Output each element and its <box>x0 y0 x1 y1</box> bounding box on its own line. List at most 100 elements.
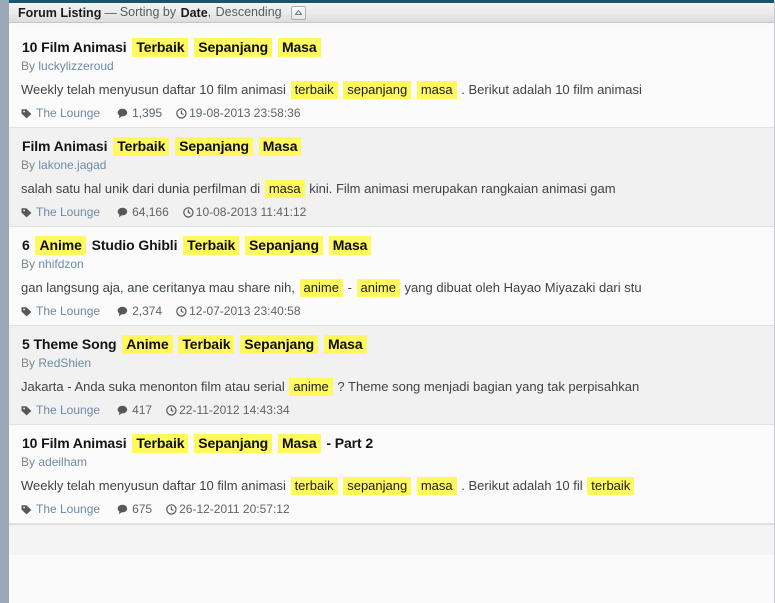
title-text: Film Animasi <box>22 138 108 154</box>
forum-category-label: The Lounge <box>36 106 101 120</box>
post-timestamp-value: 12-07-2013 23:40:58 <box>189 304 301 318</box>
reply-count-value: 64,166 <box>132 205 169 219</box>
snippet-text: yang dibuat oleh Hayao Miyazaki dari stu <box>400 280 642 295</box>
post-meta-row: The Lounge 417 22-11-2012 14:43:34 <box>21 403 764 417</box>
post-timestamp: 12-07-2013 23:40:58 <box>176 304 301 318</box>
highlighted-term: Terbaik <box>183 236 240 255</box>
post-author-line: By lakone.jagad <box>21 157 764 173</box>
highlighted-term: Sepanjang <box>240 335 319 354</box>
by-label: By <box>21 455 36 469</box>
highlighted-term: terbaik <box>587 477 635 495</box>
snippet-text <box>412 478 416 493</box>
post-list-item[interactable]: 10 Film Animasi Terbaik Sepanjang Masa By… <box>9 29 774 128</box>
highlighted-term: Sepanjang <box>245 236 323 255</box>
by-label: By <box>21 158 36 172</box>
comment-icon <box>117 306 128 317</box>
by-label: By <box>21 257 36 271</box>
highlighted-term: masa <box>264 180 305 198</box>
reply-count: 417 <box>117 403 152 417</box>
post-author-line: By nhifdzon <box>21 256 764 272</box>
snippet-text: - <box>343 280 356 295</box>
snippet-text: ? Theme song menjadi bagian yang tak per… <box>333 379 640 394</box>
author-link[interactable]: nhifdzon <box>38 257 83 271</box>
reply-count-value: 2,374 <box>132 304 163 318</box>
reply-count-value: 417 <box>132 403 153 417</box>
post-title-link[interactable]: 6 Anime Studio Ghibli Terbaik Sepanjang … <box>21 236 764 255</box>
post-timestamp: 19-08-2013 23:58:36 <box>176 106 301 120</box>
title-text: 6 <box>22 237 30 253</box>
tag-icon <box>21 207 32 218</box>
by-label: By <box>21 356 36 370</box>
author-link[interactable]: adeilham <box>38 455 87 469</box>
header-dash: — <box>104 5 117 20</box>
highlighted-term: Anime <box>35 236 86 255</box>
page-title: Forum Listing <box>18 5 102 20</box>
snippet-text: salah satu hal unik dari dunia perfilman… <box>21 181 264 196</box>
forum-category-link[interactable]: The Lounge <box>21 502 100 516</box>
highlighted-term: Masa <box>323 335 367 354</box>
post-title-link[interactable]: 5 Theme Song Anime Terbaik Sepanjang Mas… <box>21 335 764 354</box>
author-link[interactable]: RedShien <box>38 356 91 370</box>
comment-icon <box>117 207 128 218</box>
highlighted-term: Masa <box>277 434 321 453</box>
forum-category-link[interactable]: The Lounge <box>21 403 100 417</box>
post-author-line: By luckylizzeroud <box>21 58 764 74</box>
highlighted-term: Sepanjang <box>175 137 253 156</box>
post-meta-row: The Lounge 1,395 19-08-2013 23:58:36 <box>21 106 764 120</box>
post-title-link[interactable]: Film Animasi Terbaik Sepanjang Masa <box>21 137 764 156</box>
author-link[interactable]: lakone.jagad <box>38 158 106 172</box>
reply-count-value: 675 <box>132 502 153 516</box>
forum-category-link[interactable]: The Lounge <box>21 205 100 219</box>
tag-icon <box>21 504 32 515</box>
snippet-text: . Berikut adalah 10 film animasi <box>457 82 642 97</box>
post-list-item[interactable]: 10 Film Animasi Terbaik Sepanjang Masa -… <box>9 425 774 524</box>
forum-category-label: The Lounge <box>36 403 101 417</box>
snippet-text: kini. Film animasi merupakan rangkaian a… <box>305 181 616 196</box>
snippet-text: . Berikut adalah 10 fil <box>457 478 587 493</box>
post-title-link[interactable]: 10 Film Animasi Terbaik Sepanjang Masa -… <box>21 434 764 453</box>
snippet-text: gan langsung aja, ane ceritanya mau shar… <box>21 280 299 295</box>
clock-icon <box>166 503 177 515</box>
post-list-item[interactable]: Film Animasi Terbaik Sepanjang Masa By la… <box>9 128 774 227</box>
forum-listing-page: Forum Listing — Sorting by Date , Descen… <box>0 0 775 603</box>
reply-count: 1,395 <box>117 106 162 120</box>
post-snippet: salah satu hal unik dari dunia perfilman… <box>21 180 764 198</box>
post-meta-row: The Lounge 64,166 10-08-2013 11:41:12 <box>21 205 764 219</box>
highlighted-term: sepanjang <box>343 81 412 99</box>
highlighted-term: sepanjang <box>343 477 412 495</box>
post-list-item[interactable]: 6 Anime Studio Ghibli Terbaik Sepanjang … <box>9 227 774 326</box>
reply-count: 64,166 <box>117 205 169 219</box>
forum-category-link[interactable]: The Lounge <box>21 106 100 120</box>
post-timestamp: 10-08-2013 11:41:12 <box>182 205 306 219</box>
post-list: 10 Film Animasi Terbaik Sepanjang Masa By… <box>9 29 774 524</box>
clock-icon <box>176 305 187 317</box>
snippet-text: Weekly telah menyusun daftar 10 film ani… <box>21 82 290 97</box>
post-meta-row: The Lounge 2,374 12-07-2013 23:40:58 <box>21 304 764 318</box>
clock-icon <box>182 206 194 218</box>
forum-category-label: The Lounge <box>36 502 101 516</box>
title-text: 10 Film Animasi <box>22 39 127 55</box>
clock-icon <box>166 404 177 416</box>
comment-icon <box>117 108 128 119</box>
forum-category-link[interactable]: The Lounge <box>21 304 100 318</box>
author-link[interactable]: luckylizzeroud <box>38 59 113 73</box>
listing-header-bar: Forum Listing — Sorting by Date , Descen… <box>9 0 774 23</box>
post-meta-row: The Lounge 675 26-12-2011 20:57:12 <box>21 502 764 516</box>
chevron-up-icon[interactable] <box>290 5 306 20</box>
snippet-text <box>339 478 343 493</box>
post-title-link[interactable]: 10 Film Animasi Terbaik Sepanjang Masa <box>21 38 764 57</box>
post-snippet: gan langsung aja, ane ceritanya mau shar… <box>21 279 764 297</box>
post-author-line: By RedShien <box>21 355 764 371</box>
title-text: 5 Theme Song <box>22 336 117 352</box>
sort-prefix-label: Sorting by <box>119 5 177 20</box>
highlighted-term: anime <box>289 378 333 396</box>
highlighted-term: Sepanjang <box>194 38 273 57</box>
post-list-item[interactable]: 5 Theme Song Anime Terbaik Sepanjang Mas… <box>9 326 774 425</box>
reply-count: 675 <box>117 502 152 516</box>
post-timestamp-value: 26-12-2011 20:57:12 <box>179 502 290 516</box>
post-snippet: Jakarta - Anda suka menonton film atau s… <box>21 378 764 396</box>
title-text: - Part 2 <box>326 435 374 451</box>
snippet-text <box>412 82 416 97</box>
comment-icon <box>117 405 128 416</box>
sort-field-label: Date <box>180 5 208 20</box>
